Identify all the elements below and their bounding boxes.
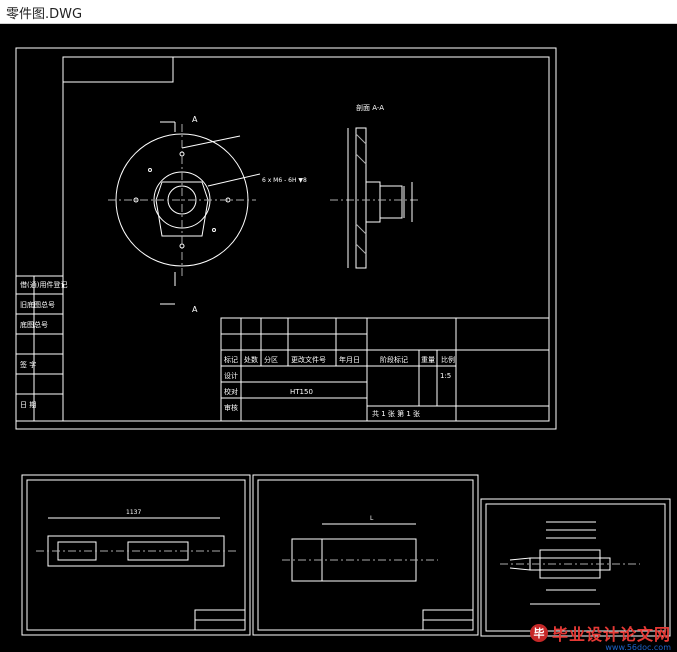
sheet-2: 1137 [21, 474, 251, 636]
sheet4-outer-border [480, 498, 671, 637]
section-a-a-view: 剖面 A-A [330, 103, 420, 269]
sheet4-inner-border [485, 503, 666, 632]
sheet2-outer-border [21, 474, 251, 636]
drawing-canvas[interactable]: 借(通)用件登记 旧底图总号 底图总号 签 字 日 期 6 x M6 - 6H … [0, 24, 677, 652]
watermark: 毕 毕业设计论文网 www.56doc.com [529, 620, 671, 652]
left-strip-cell-3: 签 字 [20, 360, 36, 369]
stage-label-1: 重量 [421, 356, 435, 364]
scale-value: 1:5 [440, 372, 451, 380]
sheet1-code-box [62, 56, 174, 83]
sheet2-inner-border [26, 479, 246, 631]
flange-front-view: 6 x M6 - 6H ▼8 A A [108, 115, 307, 314]
sheet1-left-strip: 借(通)用件登记 旧底图总号 底图总号 签 字 日 期 [15, 275, 67, 422]
sheet3-dim: L [370, 515, 374, 522]
watermark-logo-icon: 毕 [529, 624, 548, 642]
col-head-1: 处数 [244, 355, 258, 364]
row-label-0: 设计 [224, 371, 238, 380]
stage-label-0: 阶段标记 [380, 355, 408, 364]
sheet3-inner-border [257, 479, 474, 631]
hole-note: 6 x M6 - 6H ▼8 [262, 177, 307, 184]
sheet-count: 共 1 张 第 1 张 [372, 409, 420, 418]
sheet1-outer-border [15, 47, 557, 430]
left-strip-cell-1: 旧底图总号 [20, 300, 55, 309]
sheet-4 [480, 498, 671, 637]
row-label-2: 审核 [224, 403, 238, 412]
section-label: 剖面 A-A [356, 103, 384, 112]
material-label: HT150 [290, 388, 313, 396]
col-head-5: 年月日 [339, 355, 360, 364]
row-label-1: 校对 [224, 387, 238, 396]
left-strip-cell-0: 借(通)用件登记 [20, 280, 67, 289]
sheet-1: 借(通)用件登记 旧底图总号 底图总号 签 字 日 期 6 x M6 - 6H … [15, 47, 557, 430]
sheet2-overall-dim: 1137 [126, 509, 141, 516]
window-titlebar: 零件图.DWG [0, 0, 677, 24]
col-head-3: 更改文件号 [291, 355, 326, 364]
sheet1-title-block: 标记 处数 分区 更改文件号 年月日 设计 校对 审核 HT150 阶段标记 重… [220, 317, 550, 422]
left-strip-cell-2: 底图总号 [20, 320, 48, 329]
left-strip-cell-4: 日 期 [20, 401, 36, 409]
cut-label-bottom: A [192, 305, 198, 314]
col-head-2: 分区 [264, 355, 278, 364]
sheet3-outer-border [252, 474, 479, 636]
cut-label-top: A [192, 115, 198, 124]
stage-label-2: 比例 [441, 355, 455, 364]
sheet-3: L [252, 474, 479, 636]
window-title: 零件图.DWG [6, 7, 83, 22]
watermark-url: www.56doc.com [605, 643, 671, 652]
col-head-0: 标记 [224, 355, 238, 364]
watermark-site-name: 毕业设计论文网 [551, 625, 671, 644]
